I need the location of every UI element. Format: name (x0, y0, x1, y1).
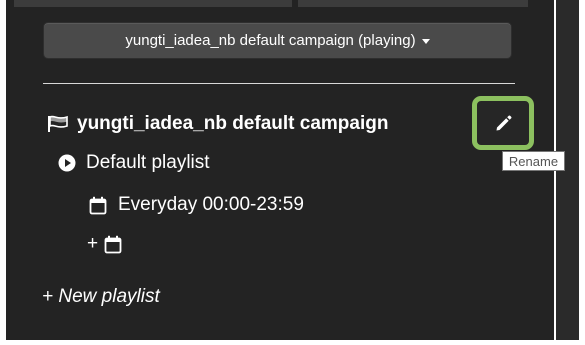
schedule-label: Everyday 00:00-23:59 (118, 194, 304, 215)
top-tab-left[interactable] (14, 0, 292, 7)
calendar-icon (89, 196, 107, 215)
campaign-title: yungti_iadea_nb default campaign (77, 113, 389, 134)
schedule-item[interactable]: Everyday 00:00-23:59 (89, 192, 304, 218)
new-playlist-button[interactable]: + New playlist (42, 284, 160, 310)
flag-icon (47, 115, 69, 133)
new-playlist-label: + New playlist (42, 286, 160, 307)
play-circle-icon (58, 154, 76, 172)
campaign-dropdown[interactable]: yungti_iadea_nb default campaign (playin… (43, 22, 512, 59)
campaign-editor: yungti_iadea_nb default campaign (playin… (0, 0, 585, 345)
top-tab-right[interactable] (298, 0, 528, 7)
playlist-item[interactable]: Default playlist (58, 150, 210, 176)
pencil-icon (493, 113, 513, 133)
divider (43, 83, 515, 84)
campaign-title-row: yungti_iadea_nb default campaign (47, 111, 388, 137)
rename-tooltip: Rename (502, 151, 565, 171)
calendar-icon (104, 235, 122, 254)
caret-down-icon (421, 39, 430, 44)
add-schedule-button[interactable]: + (87, 231, 122, 257)
plus-label: + (87, 233, 99, 254)
campaign-dropdown-label: yungti_iadea_nb default campaign (playin… (125, 32, 416, 49)
rename-button[interactable] (472, 96, 534, 150)
playlist-name: Default playlist (86, 152, 210, 173)
